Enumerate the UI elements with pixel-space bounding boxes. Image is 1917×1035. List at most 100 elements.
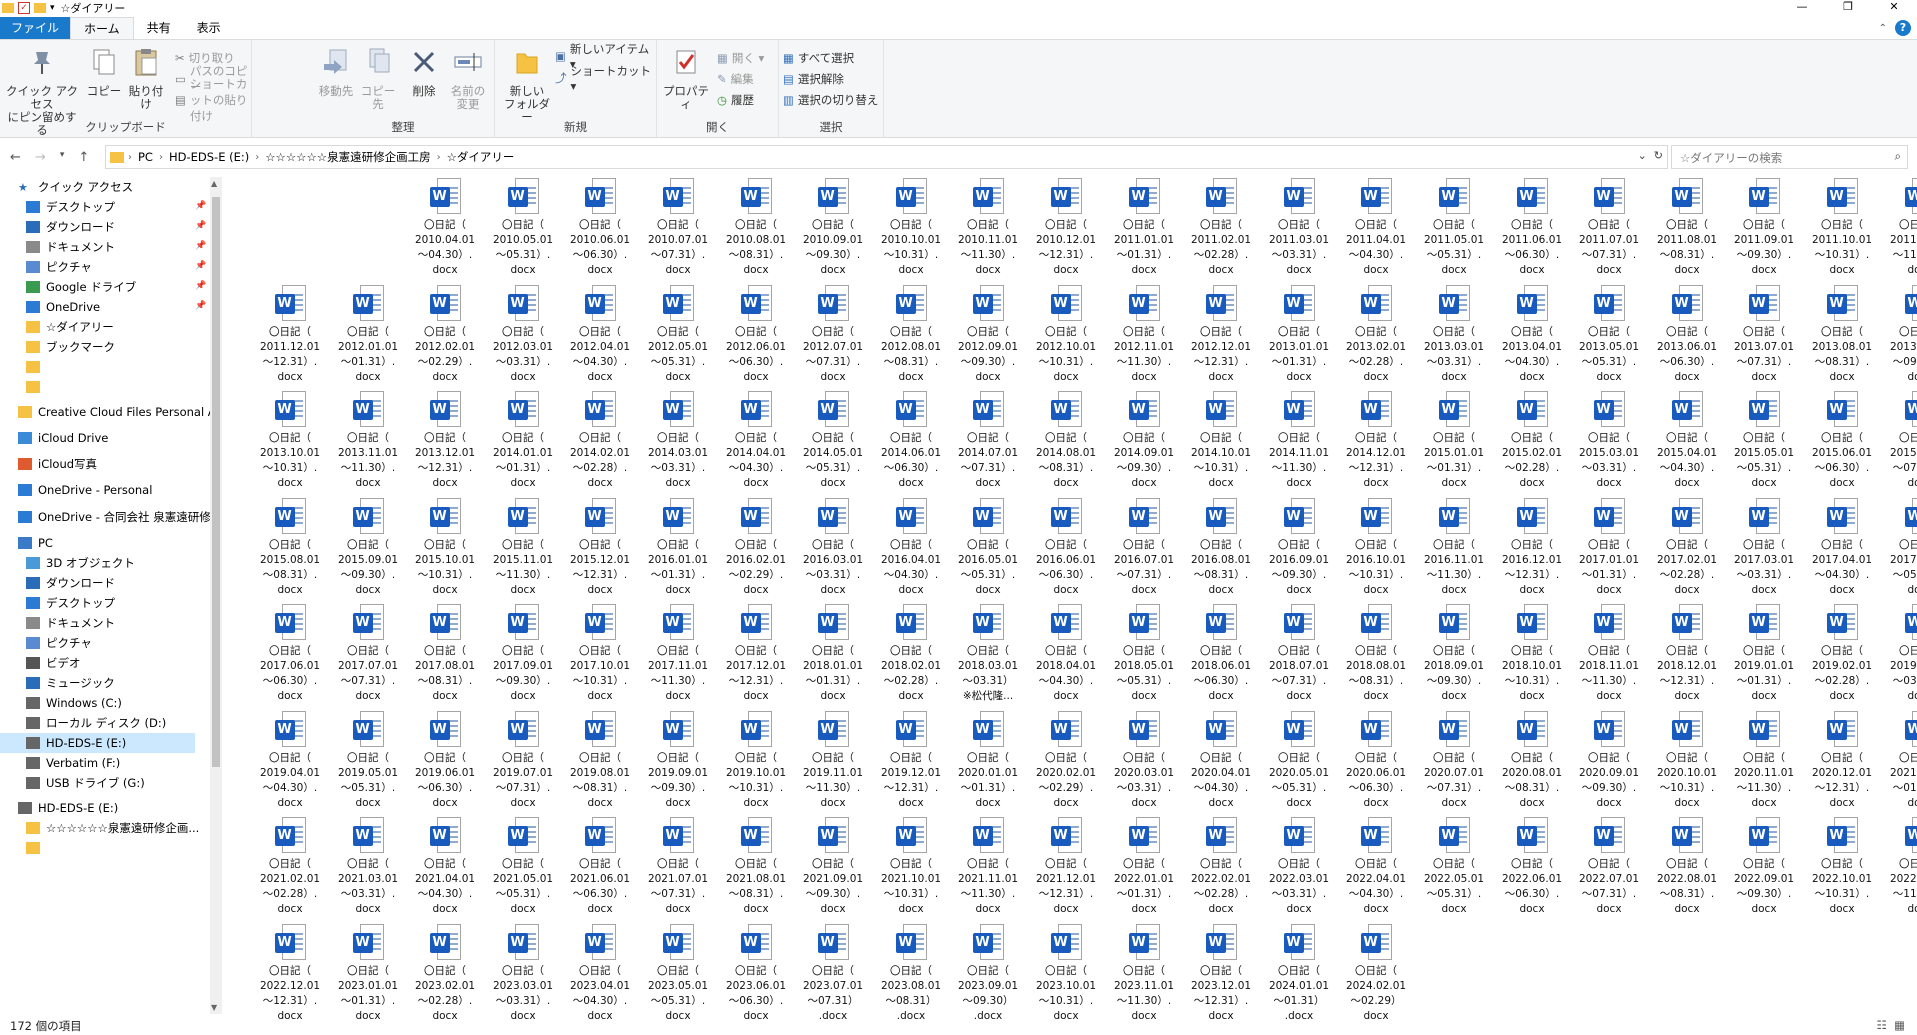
history-dropdown-icon[interactable]: ⌄ xyxy=(1638,149,1647,162)
sidebar-item[interactable]: ドキュメント xyxy=(0,613,195,633)
address-bar[interactable]: › PC › HD-EDS-E (E:) › ☆☆☆☆☆☆泉憲遠研修企画工房 ›… xyxy=(105,145,1668,169)
file-item[interactable]: W 〇日記（ 2012.06.01 ～06.30）. docx xyxy=(718,285,794,385)
file-item[interactable]: W 〇日記（ 2017.09.01 ～09.30）. docx xyxy=(485,604,561,704)
file-item[interactable]: W 〇日記（ 2014.01.01 ～01.31）. docx xyxy=(485,391,561,491)
sidebar-item[interactable]: ダウンロード xyxy=(0,217,195,237)
sidebar-item[interactable]: OneDrive - Personal xyxy=(0,480,195,500)
history-button[interactable]: ◷ 履歴 xyxy=(717,90,754,110)
file-item[interactable]: W 〇日記（ 2022.12.01 ～12.31）. docx xyxy=(252,924,328,1024)
file-item[interactable]: W 〇日記（ 2016.04.01 ～04.30）. docx xyxy=(873,498,949,598)
file-item[interactable]: W 〇日記（ 2015.04.01 ～04.30）. docx xyxy=(1649,391,1725,491)
maximize-button[interactable]: ❐ xyxy=(1825,0,1871,14)
file-item[interactable]: W 〇日記（ 2021.07.01 ～07.31）. docx xyxy=(640,817,716,917)
file-item[interactable]: W 〇日記（ 2018.11.01 ～11.30）. docx xyxy=(1571,604,1647,704)
file-item[interactable]: W 〇日記（ 2018.06.01 ～06.30）. docx xyxy=(1183,604,1259,704)
sidebar-item[interactable]: OneDrive - 合同会社 泉憲遠研修 xyxy=(0,507,210,527)
breadcrumb-pc[interactable]: PC xyxy=(138,150,153,164)
file-item[interactable]: W 〇日記（ 2023.06.01 ～06.30）. docx xyxy=(718,924,794,1024)
file-item[interactable]: W 〇日記（ 2010.06.01 ～06.30）. docx xyxy=(562,178,638,278)
file-item[interactable]: W 〇日記（ 2022.01.01 ～01.31）. docx xyxy=(1106,817,1182,917)
back-icon[interactable]: ← xyxy=(10,150,21,165)
sidebar-item[interactable]: HD-EDS-E (E:) xyxy=(0,733,195,753)
file-item[interactable]: W 〇日記（ 2013.04.01 ～04.30）. docx xyxy=(1494,285,1570,385)
file-item[interactable]: W 〇日記（ 2020.10.01 ～10.31）. docx xyxy=(1649,711,1725,811)
file-item[interactable]: W 〇日記（ 2016.10.01 ～10.31）. docx xyxy=(1338,498,1414,598)
file-item[interactable]: W 〇日記（ 2013.12.01 ～12.31）. docx xyxy=(407,391,483,491)
sidebar-item[interactable]: HD-EDS-E (E:) xyxy=(0,798,195,818)
file-item[interactable]: W 〇日記（ 2010.08.01 ～08.31）. docx xyxy=(718,178,794,278)
file-item[interactable]: W 〇日記（ 2024.01.01 ～01.31） .docx xyxy=(1261,924,1337,1024)
file-item[interactable]: W 〇日記（ 2021.10.01 ～10.31）. docx xyxy=(873,817,949,917)
breadcrumb-workshop[interactable]: ☆☆☆☆☆☆泉憲遠研修企画工房 xyxy=(265,149,430,165)
file-item[interactable]: W 〇日記（ 2023.08.01 ～08.31） .docx xyxy=(873,924,949,1024)
file-item[interactable]: W 〇日記（ 2015.08.01 ～08.31）. docx xyxy=(252,498,328,598)
sidebar-item[interactable]: デスクトップ xyxy=(0,593,195,613)
sidebar-item[interactable]: 3D オブジェクト xyxy=(0,553,195,573)
sidebar-item[interactable]: USB ドライブ (G:) xyxy=(0,773,195,793)
file-item[interactable]: W 〇日記（ 2017.08.01 ～08.31）. docx xyxy=(407,604,483,704)
file-item[interactable]: W 〇日記（ 2016.11.01 ～11.30）. docx xyxy=(1416,498,1492,598)
file-item[interactable]: W 〇日記（ 2018.01.01 ～01.31）. docx xyxy=(795,604,871,704)
scroll-down-icon[interactable]: ▼ xyxy=(211,1003,217,1012)
file-item[interactable]: W 〇日記（ 2014.12.01 ～12.31）. docx xyxy=(1338,391,1414,491)
file-item[interactable]: W 〇日記（ 2022.07.01 ～07.31）. docx xyxy=(1571,817,1647,917)
file-item[interactable]: W 〇日記（ 2012.04.01 ～04.30）. docx xyxy=(562,285,638,385)
sidebar-item[interactable]: Google ドライブ xyxy=(0,277,195,297)
file-item[interactable]: W 〇日記（ 2012.07.01 ～07.31）. docx xyxy=(795,285,871,385)
file-item[interactable]: W 〇日記（ 2023.02.01 ～02.28）. docx xyxy=(407,924,483,1024)
file-item[interactable]: W 〇日記（ 2011.10.01 ～10.31）. docx xyxy=(1804,178,1880,278)
file-item[interactable]: W 〇日記（ 2019.08.01 ～08.31）. docx xyxy=(562,711,638,811)
file-item[interactable]: W 〇日記（ 2011.01.01 ～01.31）. docx xyxy=(1106,178,1182,278)
file-item[interactable]: W 〇日記（ 2012.12.01 ～12.31）. docx xyxy=(1183,285,1259,385)
file-item[interactable]: W 〇日記（ 2011.12.01 ～12.31）. docx xyxy=(252,285,328,385)
sidebar-item[interactable]: Windows (C:) xyxy=(0,693,195,713)
file-item[interactable]: W 〇日記（ 2019.09.01 ～09.30）. docx xyxy=(640,711,716,811)
up-icon[interactable]: ↑ xyxy=(78,150,89,165)
file-item[interactable]: W 〇日記（ 2021.11.01 ～11.30）. docx xyxy=(950,817,1026,917)
file-item[interactable]: W 〇日記（ 2018.12.01 ～12.31）. docx xyxy=(1649,604,1725,704)
forward-icon[interactable]: → xyxy=(35,150,46,165)
file-item[interactable]: W 〇日記（ 2022.02.01 ～02.28）. docx xyxy=(1183,817,1259,917)
file-item[interactable]: W 〇日記（ 2017.02.01 ～02.28）. docx xyxy=(1649,498,1725,598)
sidebar-item[interactable] xyxy=(0,838,195,858)
file-item[interactable]: W 〇日記（ 2021.02.01 ～02.28）. docx xyxy=(252,817,328,917)
copy-button[interactable]: コピー xyxy=(86,46,122,98)
file-item[interactable]: W 〇日記（ 2015.09.01 ～09.30）. docx xyxy=(330,498,406,598)
file-item[interactable]: W 〇日記（ 2020.03.01 ～03.31）. docx xyxy=(1106,711,1182,811)
file-item[interactable]: W 〇日記（ 2012.05.01 ～05.31）. docx xyxy=(640,285,716,385)
file-item[interactable]: W 〇日記（ 2010.11.01 ～11.30）. docx xyxy=(950,178,1026,278)
properties-button[interactable]: プロパティ xyxy=(661,46,711,111)
file-item[interactable]: W 〇日記（ 2018.02.01 ～02.28）. docx xyxy=(873,604,949,704)
file-item[interactable]: W 〇日記（ 2017.06.01 ～06.30）. docx xyxy=(252,604,328,704)
file-item[interactable]: W 〇日記（ 2014.11.01 ～11.30）. docx xyxy=(1261,391,1337,491)
file-item[interactable]: W 〇日記（ 2015.01.01 ～01.31）. docx xyxy=(1416,391,1492,491)
file-item[interactable]: W 〇日記（ 2016.06.01 ～06.30）. docx xyxy=(1028,498,1104,598)
file-item[interactable]: W 〇日記（ 2016.07.01 ～07.31）. docx xyxy=(1106,498,1182,598)
sidebar-item[interactable]: ビデオ xyxy=(0,653,195,673)
paste-button[interactable]: 貼り付け xyxy=(124,46,168,111)
file-item[interactable]: W 〇日記（ 2019.06.01 ～06.30）. docx xyxy=(407,711,483,811)
file-item[interactable]: W 〇日記（ 2017.03.01 ～03.31）. docx xyxy=(1726,498,1802,598)
select-none-button[interactable]: ▤ 選択解除 xyxy=(783,69,844,89)
file-item[interactable]: W 〇日記（ 2018.10.01 ～10.31）. docx xyxy=(1494,604,1570,704)
file-item[interactable]: W 〇日記（ 2017.01.01 ～01.31）. docx xyxy=(1571,498,1647,598)
file-item[interactable]: W 〇日記（ 2020.11.01 ～11.30）. docx xyxy=(1726,711,1802,811)
file-item[interactable]: W 〇日記（ 2018.08.01 ～08.31）. docx xyxy=(1338,604,1414,704)
file-item[interactable]: W 〇日記（ 2017.12.01 ～12.31）. docx xyxy=(718,604,794,704)
file-item[interactable]: W 〇日記（ 2012.01.01 ～01.31）. docx xyxy=(330,285,406,385)
file-item[interactable]: W 〇日記（ 2017.05.01 ～05.31）. docx xyxy=(1882,498,1917,598)
sidebar-item[interactable]: ローカル ディスク (D:) xyxy=(0,713,195,733)
file-item[interactable]: W 〇日記（ 2018.05.01 ～05.31）. docx xyxy=(1106,604,1182,704)
file-item[interactable]: W 〇日記（ 2016.08.01 ～08.31）. docx xyxy=(1183,498,1259,598)
file-item[interactable]: W 〇日記（ 2024.02.01 ～02.29） docx xyxy=(1338,924,1414,1024)
file-item[interactable]: W 〇日記（ 2014.08.01 ～08.31）. docx xyxy=(1028,391,1104,491)
file-item[interactable]: W 〇日記（ 2023.05.01 ～05.31）. docx xyxy=(640,924,716,1024)
file-item[interactable]: W 〇日記（ 2020.06.01 ～06.30）. docx xyxy=(1338,711,1414,811)
file-item[interactable]: W 〇日記（ 2015.05.01 ～05.31）. docx xyxy=(1726,391,1802,491)
file-item[interactable]: W 〇日記（ 2019.10.01 ～10.31）. docx xyxy=(718,711,794,811)
sidebar-item[interactable]: OneDrive xyxy=(0,297,195,317)
file-item[interactable]: W 〇日記（ 2011.04.01 ～04.30）. docx xyxy=(1338,178,1414,278)
file-item[interactable]: W 〇日記（ 2010.07.01 ～07.31）. docx xyxy=(640,178,716,278)
customize-toolbar-icon[interactable]: ▾ xyxy=(50,3,55,13)
file-item[interactable]: W 〇日記（ 2013.03.01 ～03.31）. docx xyxy=(1416,285,1492,385)
